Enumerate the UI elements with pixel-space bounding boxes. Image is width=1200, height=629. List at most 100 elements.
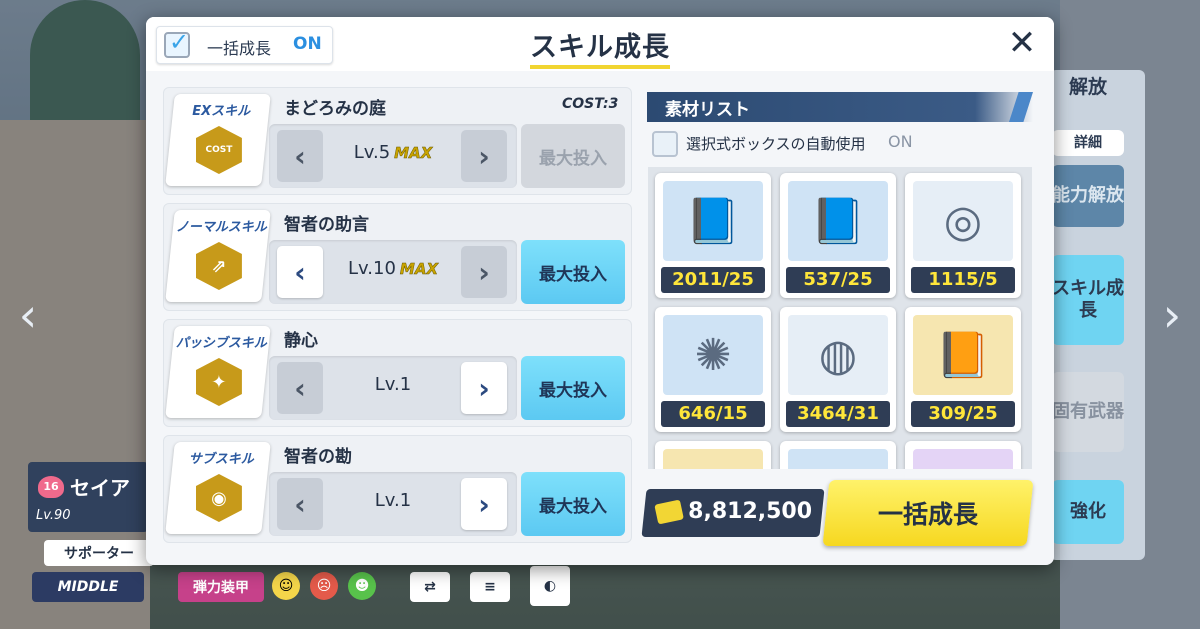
level-next-chevron-icon[interactable]: › [461, 362, 507, 414]
partial-material-icon: ◌ [663, 449, 763, 469]
cost-icon-text: COST [205, 145, 233, 155]
prev-character-arrow-icon[interactable]: ‹ [8, 290, 48, 340]
materials-header: 素材リスト [647, 92, 1033, 122]
skill-card[interactable]: ノーマルスキル ⇗ [165, 210, 271, 302]
level-next-chevron-icon[interactable]: › [461, 478, 507, 530]
max-invest-button[interactable]: 最大投入 [521, 124, 625, 188]
mood-bad-icon: ☹ [310, 572, 338, 600]
material-item[interactable]: 📙 309/25 [905, 307, 1021, 432]
level-selector: ‹ Lv.10 MAX › [269, 240, 517, 304]
title-underline [530, 65, 670, 69]
bulk-growth-state: ON [293, 34, 322, 54]
skill-type-label: サブスキル [188, 452, 254, 467]
dark-ring-artifact-icon: ◍ [788, 315, 888, 395]
level-value: Lv.10 [347, 258, 396, 279]
bulk-growth-button[interactable]: 一括成長 [822, 480, 1034, 546]
material-item[interactable]: ◎ 1115/5 [905, 173, 1021, 298]
credit-icon [654, 499, 684, 525]
close-icon[interactable]: ✕ [1002, 23, 1042, 63]
material-item[interactable]: 📘 537/25 [780, 173, 896, 298]
materials-grid[interactable]: 📘 2011/25 📘 537/25 ◎ 1115/5 ✺ 646/15 ◍ 3… [648, 167, 1032, 469]
level-selector: ‹ Lv.1 › [269, 472, 517, 536]
level-next-chevron-icon[interactable]: › [461, 130, 507, 182]
enhance-button[interactable]: 強化 [1052, 480, 1124, 544]
release-label: 解放 [1068, 76, 1107, 98]
skill-growth-modal: ✓ 一括成長 ON スキル成長 ✕ EXスキル COST まどろみの庭 COST… [146, 17, 1054, 565]
character-card: 16 セイア Lv.90 [28, 462, 148, 532]
material-count: 3464/31 [786, 401, 890, 427]
level-prev-chevron-icon[interactable]: ‹ [277, 130, 323, 182]
check-icon: ✓ [169, 28, 190, 56]
skill-cost: COST:3 [562, 96, 618, 112]
sparkle-figure-icon: ✦ [196, 358, 242, 406]
level-display: Lv.1 [329, 374, 457, 395]
mood-happy-icon: ☻ [348, 572, 376, 600]
mood-good-icon: ☺ [272, 572, 300, 600]
max-tag: MAX [399, 260, 439, 279]
armor-chip: 弾力装甲 [178, 572, 264, 602]
character-level: Lv.90 [36, 508, 71, 523]
skill-type-label: EXスキル [192, 104, 251, 119]
dotted-sphere-icon: ◉ [196, 474, 242, 522]
skill-row: サブスキル ◉ 智者の勘 ‹ Lv.1 › 最大投入 [163, 435, 632, 543]
material-item[interactable]: ◌ [655, 441, 771, 469]
skill-growth-button[interactable]: スキル成長 [1052, 255, 1124, 345]
max-invest-button[interactable]: 最大投入 [521, 356, 625, 420]
gold-shard-artifact-icon: ✺ [663, 315, 763, 395]
bulk-growth-checkbox[interactable]: ✓ [164, 28, 190, 58]
level-value: Lv.1 [374, 374, 412, 395]
max-invest-button[interactable]: 最大投入 [521, 472, 625, 536]
skill-row: ノーマルスキル ⇗ 智者の助言 ‹ Lv.10 MAX › 最大投入 [163, 203, 632, 311]
bond-heart-icon: 16 [38, 476, 64, 498]
material-count: 646/15 [661, 401, 765, 427]
auto-use-label: 選択式ボックスの自動使用 [686, 135, 866, 153]
material-count: 309/25 [911, 401, 1015, 427]
blue-book-icon: 📘 [788, 181, 888, 261]
material-item[interactable]: 📘 2011/25 [655, 173, 771, 298]
skill-name: まどろみの庭 [284, 99, 386, 119]
level-prev-chevron-icon[interactable]: ‹ [277, 362, 323, 414]
skill-card[interactable]: パッシブスキル ✦ [165, 326, 271, 418]
memo-icon[interactable]: ≡ [470, 572, 510, 602]
skill-card[interactable]: サブスキル ◉ [165, 442, 271, 534]
cost-label: COST [562, 96, 604, 112]
level-next-chevron-icon[interactable]: › [461, 246, 507, 298]
detail-button[interactable]: 詳細 [1052, 130, 1124, 156]
unique-weapon-button[interactable]: 固有武器 [1052, 372, 1124, 452]
level-prev-chevron-icon[interactable]: ‹ [277, 246, 323, 298]
bulk-growth-toggle[interactable]: ✓ 一括成長 ON [156, 26, 333, 64]
material-count: 537/25 [786, 267, 890, 293]
level-display: Lv.1 [329, 490, 457, 511]
voice-icon[interactable]: ◐ [530, 566, 570, 606]
level-selector: ‹ Lv.1 › [269, 356, 517, 420]
next-character-arrow-icon[interactable]: › [1152, 290, 1192, 340]
swap-icon[interactable]: ⇄ [410, 572, 450, 602]
gold-ring-artifact-icon: ◎ [913, 181, 1013, 261]
cost-down-icon: COST [196, 126, 242, 174]
modal-header: ✓ 一括成長 ON スキル成長 ✕ [146, 17, 1054, 71]
material-item[interactable]: ◌ [780, 441, 896, 469]
partial-material-icon: ◌ [788, 449, 888, 469]
auto-use-checkbox[interactable] [652, 131, 678, 157]
level-display: Lv.10 MAX [329, 258, 457, 279]
skill-name: 智者の助言 [284, 215, 369, 235]
bulk-growth-label: 一括成長 [207, 39, 272, 58]
level-prev-chevron-icon[interactable]: ‹ [277, 478, 323, 530]
material-item[interactable]: ◌ [905, 441, 1021, 469]
ability-release-button[interactable]: 能力解放 [1052, 165, 1124, 227]
material-item[interactable]: ◍ 3464/31 [780, 307, 896, 432]
max-invest-button[interactable]: 最大投入 [521, 240, 625, 304]
level-value: Lv.1 [374, 490, 412, 511]
materials-header-label: 素材リスト [665, 100, 750, 120]
arrow-boost-icon: ⇗ [196, 242, 242, 290]
level-value: Lv.5 [353, 142, 391, 163]
level-selector: ‹ Lv.5 MAX › [269, 124, 517, 188]
skill-type-label: ノーマルスキル [175, 220, 267, 235]
material-item[interactable]: ✺ 646/15 [655, 307, 771, 432]
material-count: 1115/5 [911, 267, 1015, 293]
skill-card[interactable]: EXスキル COST [165, 94, 271, 186]
material-count: 2011/25 [661, 267, 765, 293]
credit-display: 8,812,500 [641, 489, 825, 537]
modal-title: スキル成長 [530, 32, 670, 63]
skill-name: 静心 [284, 331, 318, 351]
